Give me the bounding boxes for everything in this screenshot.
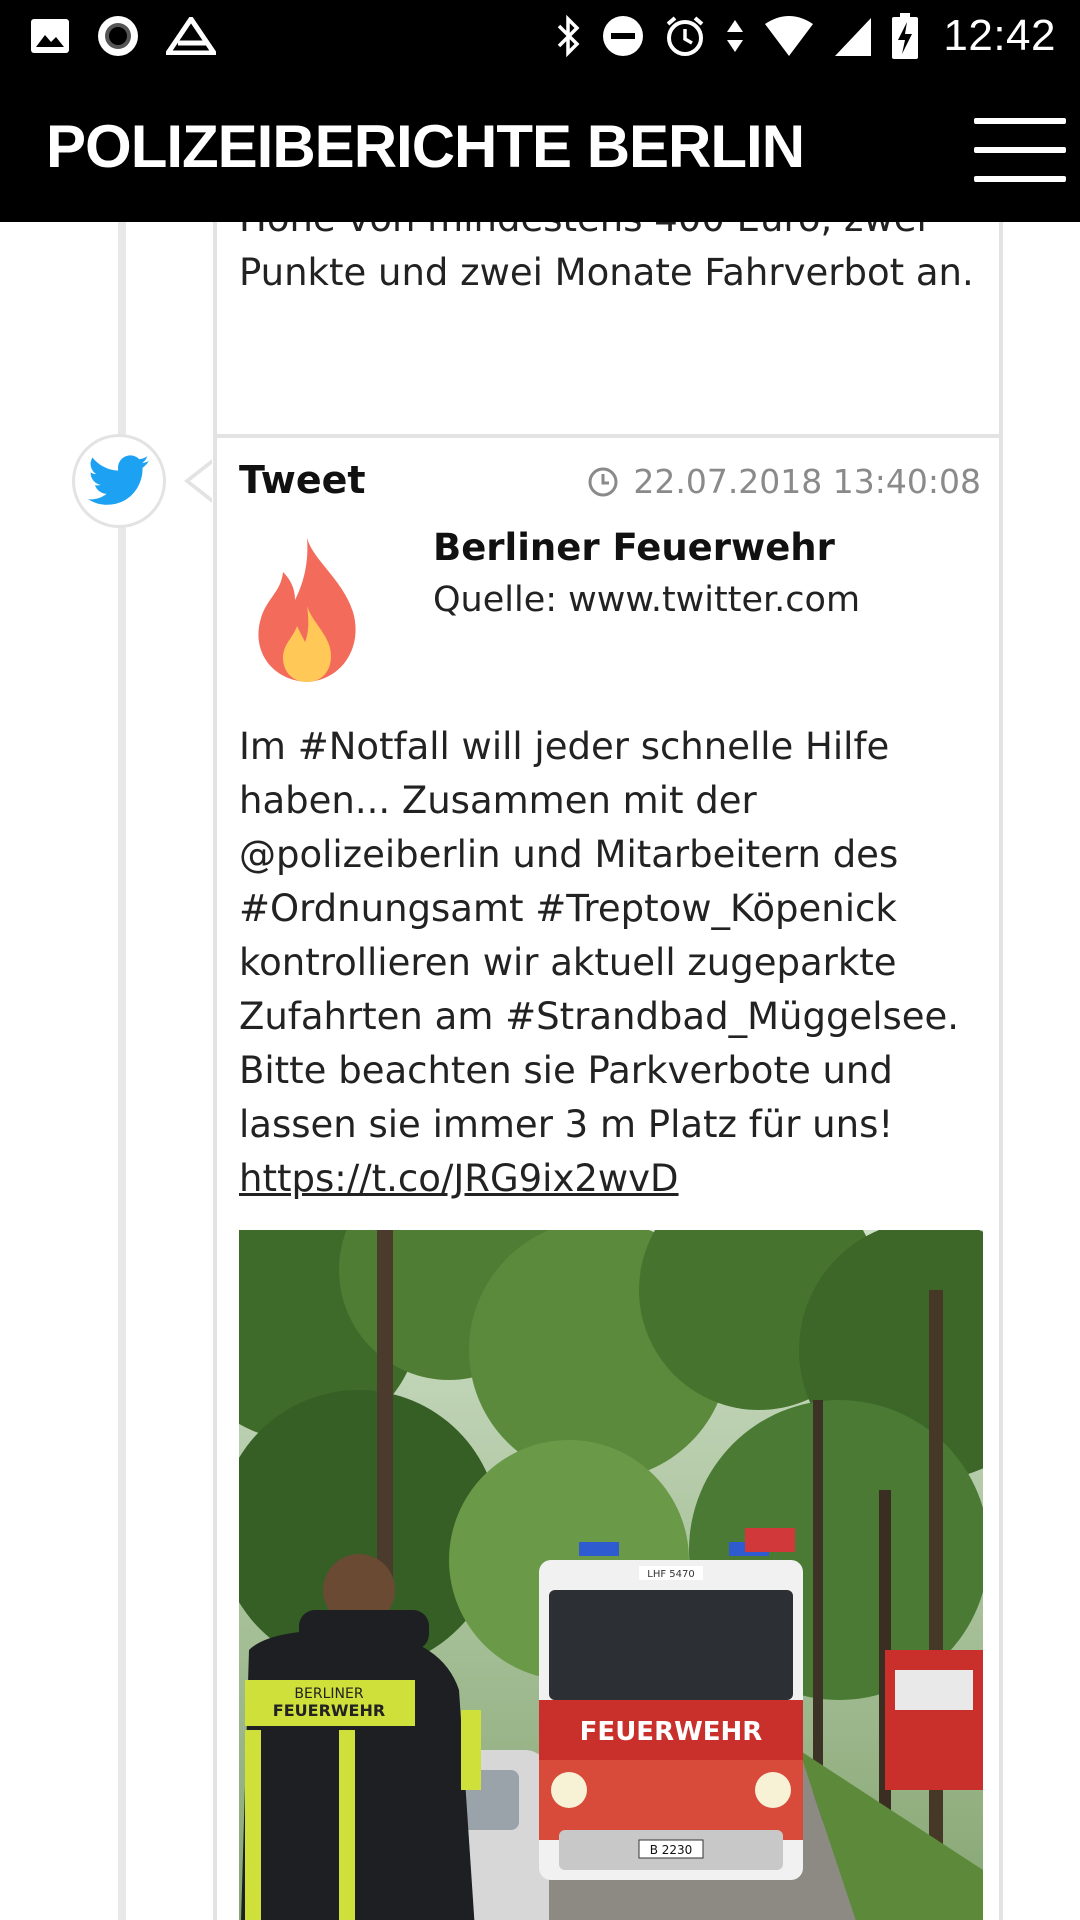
status-bar: 12:42 <box>0 0 1080 72</box>
previous-report-text: Höhe von mindestens 400 Euro, zwei Punkt… <box>239 222 974 294</box>
image-icon <box>31 19 69 53</box>
flame-icon <box>258 538 356 682</box>
record-icon <box>98 16 138 56</box>
truck-code-text: LHF 5470 <box>647 1569 694 1580</box>
clock-time: 12:42 <box>943 11 1056 60</box>
do-not-disturb-icon <box>603 16 644 56</box>
status-bar-right: 12:42 <box>555 10 1056 62</box>
alarm-icon <box>667 16 704 56</box>
card-timestamp: 22.07.2018 13:40:08 <box>633 462 981 501</box>
tweet-photo[interactable]: FEUERWEHR B 2230 LHF 5470 BERLINER FEUER… <box>239 1230 983 1920</box>
signal-icon <box>835 18 872 56</box>
clock-icon <box>588 467 618 496</box>
tweet-body-wrap: Im #Notfall will jeder schnelle Hilfe ha… <box>239 720 999 1206</box>
hamburger-menu-button[interactable] <box>974 118 1066 182</box>
data-arrows-icon <box>727 20 744 52</box>
jacket-text-line2: FEUERWEHR <box>273 1701 385 1720</box>
truck-plate-text: B 2230 <box>650 1843 693 1857</box>
card-type-label: Tweet <box>239 458 366 502</box>
source-line: Quelle: www.twitter.com <box>433 580 861 620</box>
tweet-body: Im #Notfall will jeder schnelle Hilfe ha… <box>239 725 960 1146</box>
wifi-icon <box>765 16 814 56</box>
truck-label-text: FEUERWEHR <box>580 1717 763 1747</box>
drive-icon <box>166 17 216 55</box>
tweet-photo-illustration: FEUERWEHR B 2230 LHF 5470 BERLINER FEUER… <box>239 1230 983 1920</box>
source-name: Berliner Feuerwehr <box>433 526 835 569</box>
battery-charging-icon <box>892 13 919 59</box>
app-header: POLIZEIBERICHTE BERLIN <box>0 72 1080 222</box>
status-bar-left <box>30 14 216 58</box>
page-title: POLIZEIBERICHTE BERLIN <box>46 113 805 180</box>
card-timestamp-wrap: 22.07.2018 13:40:08 <box>587 462 981 501</box>
tweet-card: Tweet 22.07.2018 13:40:08 Berliner Feuer… <box>213 434 1003 1920</box>
tweet-link[interactable]: https://t.co/JRG9ix2wvD <box>239 1157 679 1200</box>
bluetooth-icon <box>558 14 580 58</box>
twitter-bird-icon <box>88 455 149 505</box>
hamburger-menu-icon <box>974 118 1066 124</box>
twitter-badge <box>72 434 166 528</box>
jacket-text-line1: BERLINER <box>294 1686 363 1702</box>
timeline-content[interactable]: Höhe von mindestens 400 Euro, zwei Punkt… <box>0 222 1080 1920</box>
